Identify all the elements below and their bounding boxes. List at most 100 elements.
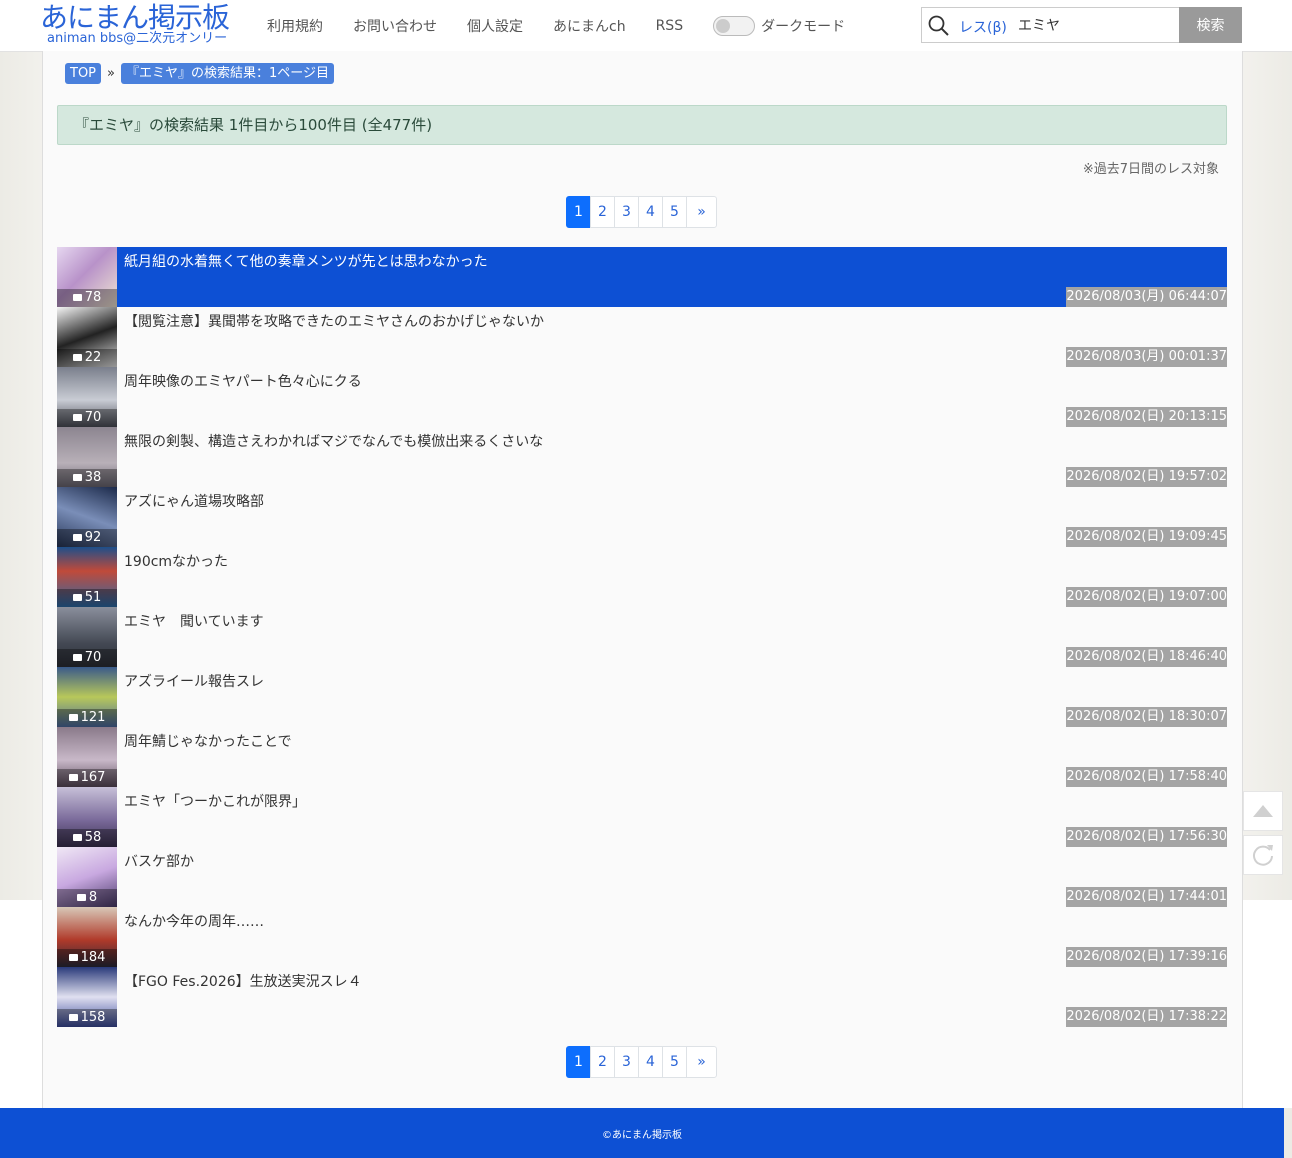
thread-thumbnail[interactable]: 92: [57, 487, 117, 547]
page-next[interactable]: »: [686, 1046, 717, 1078]
nav-settings[interactable]: 個人設定: [467, 16, 523, 36]
thread-title[interactable]: 紙月組の水着無くて他の奏章メンツが先とは思わなかった: [124, 251, 488, 271]
nav-rss[interactable]: RSS: [656, 18, 684, 34]
breadcrumb-top[interactable]: TOP: [65, 63, 102, 84]
thread-title[interactable]: 【閲覧注意】異聞帯を攻略できたのエミヤさんのおかげじゃないか: [124, 311, 544, 331]
thread-title[interactable]: 190cmなかった: [124, 551, 228, 571]
reply-count-value: 184: [80, 950, 106, 965]
page-link-2[interactable]: 2: [590, 196, 615, 228]
result-summary: 『エミヤ』の検索結果 1件目から100件目 (全477件): [57, 105, 1227, 145]
thread-row[interactable]: 22 【閲覧注意】異聞帯を攻略できたのエミヤさんのおかげじゃないか 2026/08/…: [57, 307, 1227, 367]
thread-row[interactable]: 70 周年映像のエミヤパート色々心にクる 2026/08/02(日) 20:13:1…: [57, 367, 1227, 427]
thread-row[interactable]: 38 無限の剣製、構造さえわかればマジでなんでも模倣出来るくさいな 2026/08/…: [57, 427, 1227, 487]
reply-count-value: 70: [84, 410, 102, 425]
thread-row[interactable]: 78 紙月組の水着無くて他の奏章メンツが先とは思わなかった 2026/08/03(月…: [57, 247, 1227, 307]
thread-thumbnail[interactable]: 158: [57, 967, 117, 1027]
page-link-4[interactable]: 4: [638, 196, 663, 228]
reply-count: 8: [57, 889, 117, 907]
reply-count-value: 8: [88, 890, 98, 905]
pagination-top: 1 2 3 4 5 »: [566, 196, 717, 228]
search-input[interactable]: [1018, 14, 1168, 36]
site-header: あにまん掲示板 animan bbs@二次元オンリー 利用規約 お問い合わせ 個…: [0, 0, 1292, 52]
thread-row[interactable]: 158 【FGO Fes.2026】生放送実況スレ４ 2026/08/02(日) 1…: [57, 967, 1227, 1027]
reply-count-value: 78: [84, 290, 102, 305]
reply-count-value: 92: [84, 530, 102, 545]
page-link-1[interactable]: 1: [566, 196, 591, 228]
reply-count: 70: [57, 409, 117, 427]
comment-icon: [76, 894, 86, 901]
reply-count: 92: [57, 529, 117, 547]
copyright-text: ©あにまん掲示板: [602, 1129, 682, 1141]
nav-contact[interactable]: お問い合わせ: [353, 16, 437, 36]
logo-subtitle: animan bbs@二次元オンリー: [47, 31, 228, 46]
thread-thumbnail[interactable]: 38: [57, 427, 117, 487]
thread-thumbnail[interactable]: 167: [57, 727, 117, 787]
thread-thumbnail[interactable]: 58: [57, 787, 117, 847]
reply-count-value: 167: [80, 770, 106, 785]
thread-thumbnail[interactable]: 8: [57, 847, 117, 907]
thread-title[interactable]: 【FGO Fes.2026】生放送実況スレ４: [124, 971, 362, 991]
logo-title[interactable]: あにまん掲示板: [40, 2, 230, 34]
thread-date: 2026/08/02(日) 19:57:02: [1066, 467, 1227, 487]
thread-thumbnail[interactable]: 22: [57, 307, 117, 367]
reply-count-value: 51: [84, 590, 102, 605]
comment-icon: [68, 774, 78, 781]
thread-row[interactable]: 167 周年鯖じゃなかったことで 2026/08/02(日) 17:58:40: [57, 727, 1227, 787]
thread-title[interactable]: 周年鯖じゃなかったことで: [124, 731, 292, 751]
thread-title[interactable]: エミヤ「つーかこれが限界」: [124, 791, 306, 811]
search-bar: レス(β) 検索: [921, 7, 1242, 43]
main-nav: 利用規約 お問い合わせ 個人設定 あにまんch RSS ダークモード: [267, 16, 845, 36]
thread-row[interactable]: 8 バスケ部か 2026/08/02(日) 17:44:01: [57, 847, 1227, 907]
page-link-5[interactable]: 5: [662, 196, 687, 228]
page-link-3[interactable]: 3: [614, 1046, 639, 1078]
thread-title[interactable]: バスケ部か: [124, 851, 194, 871]
nav-animanch[interactable]: あにまんch: [553, 16, 626, 36]
thread-title[interactable]: エミヤ 聞いています: [124, 611, 264, 631]
comment-icon: [72, 414, 82, 421]
breadcrumb-current[interactable]: 『エミヤ』の検索結果：1ページ目: [120, 63, 334, 84]
comment-icon: [72, 354, 82, 361]
thread-title[interactable]: 周年映像のエミヤパート色々心にクる: [124, 371, 362, 391]
reload-button[interactable]: [1243, 835, 1283, 875]
search-mode-select[interactable]: レス(β): [959, 17, 1007, 37]
page-link-1[interactable]: 1: [566, 1046, 591, 1078]
thread-row[interactable]: 121 アズライール報告スレ 2026/08/02(日) 18:30:07: [57, 667, 1227, 727]
toggle-knob: [716, 19, 731, 33]
thread-row[interactable]: 51 190cmなかった 2026/08/02(日) 19:07:00: [57, 547, 1227, 607]
thread-title[interactable]: アズライール報告スレ: [124, 671, 264, 691]
thread-title[interactable]: アズにゃん道場攻略部: [124, 491, 264, 511]
search-button[interactable]: 検索: [1179, 7, 1242, 43]
page-link-2[interactable]: 2: [590, 1046, 615, 1078]
reply-count: 70: [57, 649, 117, 667]
thread-date: 2026/08/02(日) 18:46:40: [1066, 647, 1227, 667]
reply-count: 158: [57, 1009, 117, 1027]
thread-thumbnail[interactable]: 70: [57, 607, 117, 667]
reply-count-value: 58: [84, 830, 102, 845]
thread-row[interactable]: 58 エミヤ「つーかこれが限界」 2026/08/02(日) 17:56:30: [57, 787, 1227, 847]
thread-thumbnail[interactable]: 70: [57, 367, 117, 427]
page-link-4[interactable]: 4: [638, 1046, 663, 1078]
thread-thumbnail[interactable]: 78: [57, 247, 117, 307]
reply-count-value: 70: [84, 650, 102, 665]
thread-row[interactable]: 92 アズにゃん道場攻略部 2026/08/02(日) 19:09:45: [57, 487, 1227, 547]
thread-row[interactable]: 70 エミヤ 聞いています 2026/08/02(日) 18:46:40: [57, 607, 1227, 667]
page-link-3[interactable]: 3: [614, 196, 639, 228]
thread-title[interactable]: 無限の剣製、構造さえわかればマジでなんでも模倣出来るくさいな: [124, 431, 543, 451]
reload-icon: [1253, 845, 1273, 866]
site-logo[interactable]: あにまん掲示板 animan bbs@二次元オンリー: [40, 2, 230, 46]
scroll-top-button[interactable]: [1243, 791, 1283, 831]
nav-terms[interactable]: 利用規約: [267, 16, 323, 36]
thread-row[interactable]: 184 なんか今年の周年…… 2026/08/02(日) 17:39:16: [57, 907, 1227, 967]
thread-thumbnail[interactable]: 51: [57, 547, 117, 607]
site-footer: ©あにまん掲示板: [0, 1108, 1284, 1158]
page-link-5[interactable]: 5: [662, 1046, 687, 1078]
page-next[interactable]: »: [686, 196, 717, 228]
thread-thumbnail[interactable]: 121: [57, 667, 117, 727]
thread-date: 2026/08/02(日) 17:44:01: [1066, 887, 1227, 907]
thread-thumbnail[interactable]: 184: [57, 907, 117, 967]
thread-title[interactable]: なんか今年の周年……: [124, 911, 264, 931]
reply-count: 121: [57, 709, 117, 727]
dark-mode-toggle[interactable]: [713, 16, 756, 36]
comment-icon: [72, 834, 82, 841]
thread-date: 2026/08/03(月) 00:01:37: [1066, 347, 1227, 367]
